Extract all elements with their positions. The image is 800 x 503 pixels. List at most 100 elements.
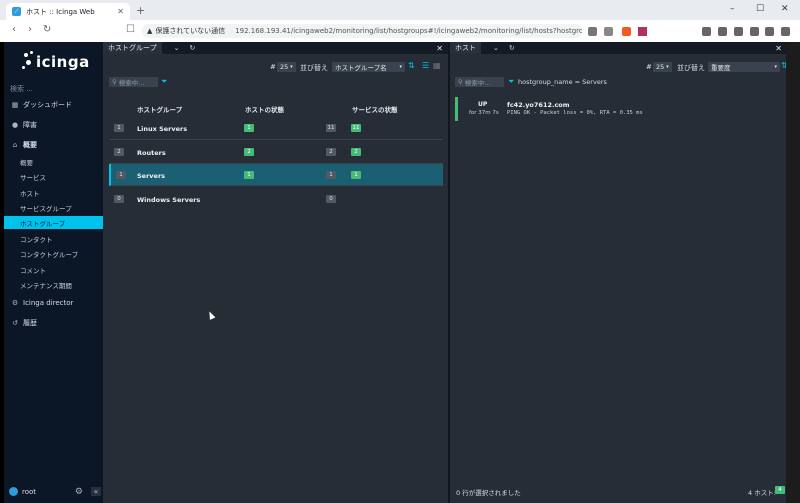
service-ok-badge[interactable]: 11 <box>351 124 361 132</box>
chevron-down-icon: ▾ <box>290 64 293 70</box>
close-panel-icon[interactable]: ✕ <box>436 44 443 53</box>
right-panel-header: ホスト ⌄ ↻ ✕ <box>450 42 786 54</box>
host-count-badge[interactable]: 4 <box>775 486 785 494</box>
collapse-sidebar-icon[interactable]: « <box>91 487 101 496</box>
tab-hostgroups[interactable]: ホストグループ <box>103 42 162 54</box>
host-up-badge[interactable]: 1 <box>244 124 254 132</box>
logo-text: icinga <box>36 53 90 71</box>
new-tab-button[interactable]: + <box>136 4 145 17</box>
grid-view-icon[interactable]: ▦ <box>433 61 441 70</box>
refresh-icon[interactable]: ↻ <box>509 44 515 52</box>
sort-direction-icon[interactable]: ⇅ <box>408 61 415 70</box>
forward-button[interactable]: › <box>28 24 32 35</box>
url-text: 192.168.193.41/icingaweb2/monitoring/lis… <box>235 27 582 35</box>
download-icon[interactable] <box>750 27 759 36</box>
sidebar-sub-contactgroups[interactable]: コンタクトグループ <box>4 247 103 260</box>
avatar[interactable] <box>9 487 18 496</box>
sidebar-sub-hostgroups[interactable]: ホストグループ <box>4 216 103 229</box>
sidebar-item-history[interactable]: ↺ 履歴 <box>4 316 103 330</box>
tab-hosts[interactable]: ホスト <box>450 42 481 54</box>
list-view-icon[interactable]: ☰ <box>422 61 429 70</box>
window-minimize-button[interactable]: – <box>730 4 735 14</box>
limit-label: # <box>270 63 276 71</box>
gear-icon[interactable]: ⚙ <box>75 487 83 497</box>
chevron-down-icon[interactable]: ⌄ <box>493 44 499 52</box>
window-close-button[interactable]: ✕ <box>781 4 789 14</box>
table-row[interactable]: 1 Linux Servers 1 11 11 <box>109 117 443 140</box>
hostgroup-name[interactable]: Windows Servers <box>137 196 200 204</box>
refresh-icon[interactable]: ↻ <box>189 44 195 52</box>
table-row[interactable]: 2 Routers 2 2 2 <box>109 141 443 164</box>
service-ok-badge[interactable]: 2 <box>351 148 361 156</box>
hostgroup-name[interactable]: Linux Servers <box>137 125 187 133</box>
window-maximize-button[interactable]: ☐ <box>756 4 764 14</box>
host-plugin-output: PING OK - Packet loss = 0%, RTA = 0.35 m… <box>507 110 643 116</box>
sidebar-toggle-icon[interactable] <box>718 27 727 36</box>
service-ok-badge[interactable]: 1 <box>351 171 361 179</box>
sidebar-sub-overview[interactable]: 概要 <box>4 155 103 168</box>
hostgroup-name[interactable]: Servers <box>137 172 165 180</box>
right-panel <box>450 54 786 503</box>
wallet-icon[interactable] <box>734 27 743 36</box>
overview-icon: ⌂ <box>12 141 18 149</box>
sidebar-item-dashboard[interactable]: ▦ ダッシュボード <box>4 98 103 112</box>
reload-button[interactable]: ↻ <box>43 24 51 35</box>
sort-select[interactable]: ホストグループ名 ▾ <box>332 62 405 72</box>
sidebar-search-input[interactable]: 検索 ... <box>10 84 96 96</box>
column-header-service-state[interactable]: サービスの状態 <box>352 104 398 114</box>
menu-icon[interactable] <box>781 27 790 36</box>
left-search-input[interactable]: ⚲ 検索中... <box>109 77 158 87</box>
icinga-favicon-icon: ⟋ <box>12 7 21 16</box>
key-icon[interactable] <box>588 27 597 36</box>
sidebar-item-label: ダッシュボード <box>23 101 72 109</box>
right-search-input[interactable]: ⚲ 検索中... <box>455 77 504 87</box>
brave-rewards-icon[interactable] <box>638 27 647 36</box>
back-button[interactable]: ‹ <box>12 24 16 35</box>
vpn-icon[interactable] <box>765 27 774 36</box>
brave-shield-icon[interactable] <box>622 27 631 36</box>
sidebar-item-label: 履歴 <box>23 319 37 327</box>
sidebar-sub-servicegroups[interactable]: サービスグループ <box>4 201 103 214</box>
chevron-down-icon[interactable]: ⌄ <box>174 44 180 52</box>
tab-close-icon[interactable]: ✕ <box>117 7 124 16</box>
sidebar-item-problems[interactable]: ● 障害 <box>4 118 103 132</box>
close-panel-icon[interactable]: ✕ <box>775 44 782 53</box>
sidebar-sub-comments[interactable]: コメント <box>4 263 103 276</box>
sidebar-sub-services[interactable]: サービス <box>4 170 103 183</box>
sort-select[interactable]: 重要度 ▾ <box>708 62 780 72</box>
active-filter[interactable]: hostgroup_name = Servers <box>518 78 607 86</box>
extensions-icon[interactable] <box>702 27 711 36</box>
host-up-badge[interactable]: 2 <box>244 148 254 156</box>
user-name[interactable]: root <box>22 488 75 496</box>
url-bar[interactable]: ▲ 保護されていない通信 192.168.193.41/icingaweb2/m… <box>142 24 582 38</box>
limit-select[interactable]: 25 ▾ <box>653 62 672 72</box>
sidebar-sub-contacts[interactable]: コンタクト <box>4 232 103 245</box>
sidebar-sub-downtimes[interactable]: メンテナンス期間 <box>4 278 103 291</box>
filter-icon[interactable]: ⏷ <box>508 77 514 87</box>
warning-icon: ▲ <box>147 27 153 35</box>
share-icon[interactable] <box>604 27 613 36</box>
limit-select[interactable]: 25 ▾ <box>277 62 296 72</box>
table-row[interactable]: 0 Windows Servers 0 <box>109 188 443 210</box>
sidebar-sub-hosts[interactable]: ホスト <box>4 186 103 199</box>
bookmark-icon[interactable]: ☐ <box>126 24 135 35</box>
service-total-badge: 0 <box>326 195 336 203</box>
sidebar-item-overview[interactable]: ⌂ 概要 <box>4 138 103 152</box>
tab-label: ホストグループ <box>108 44 157 52</box>
host-state-bar <box>455 97 458 121</box>
column-header-hostgroup[interactable]: ホストグループ <box>137 104 182 114</box>
filter-icon[interactable]: ⏷ <box>161 77 167 87</box>
host-list-item[interactable]: UP for 37m 7s fc42.yo7612.com PING OK - … <box>455 97 781 121</box>
column-header-host-state[interactable]: ホストの状態 <box>245 104 284 114</box>
search-placeholder: 検索中... <box>118 79 145 87</box>
host-name[interactable]: fc42.yo7612.com <box>507 101 570 109</box>
host-up-badge[interactable]: 1 <box>244 171 254 179</box>
sidebar-item-director[interactable]: ⚙ Icinga director <box>4 296 103 310</box>
host-count-badge: 2 <box>114 148 124 156</box>
table-row-selected[interactable]: 1 Servers 1 1 1 <box>109 164 443 186</box>
browser-tab[interactable]: ⟋ ホスト :: Icinga Web ✕ <box>6 3 130 20</box>
icinga-logo[interactable]: icinga <box>22 50 92 72</box>
limit-value: 25 <box>280 63 289 71</box>
host-count-badge: 0 <box>114 195 124 203</box>
hostgroup-name[interactable]: Routers <box>137 149 166 157</box>
